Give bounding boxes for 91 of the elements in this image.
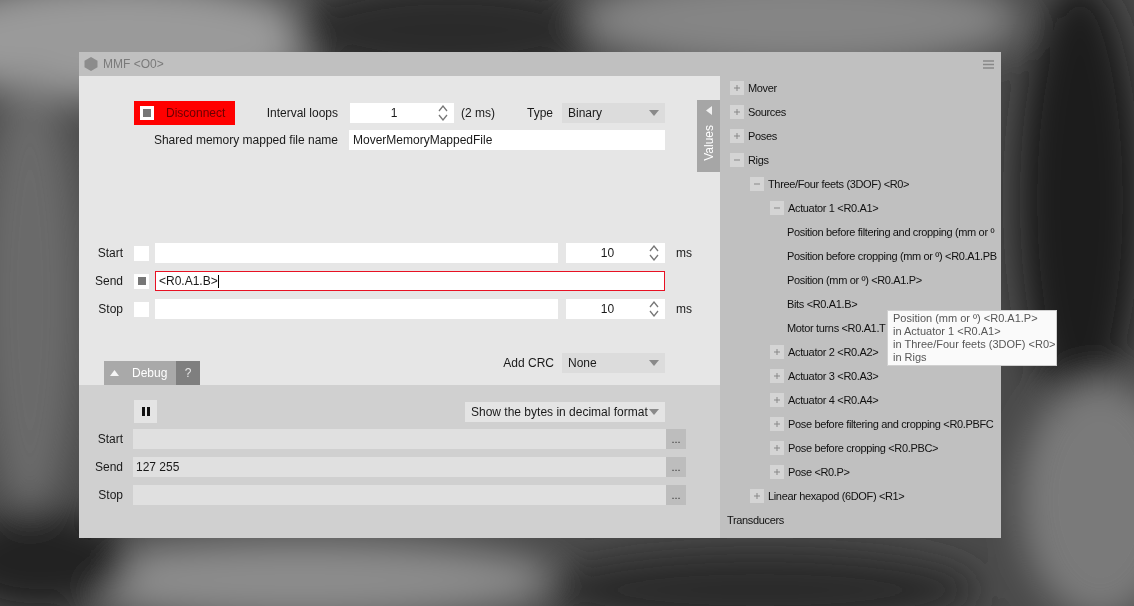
row-label: Send bbox=[93, 273, 123, 290]
plus-icon bbox=[773, 396, 781, 404]
browse-button[interactable]: ... bbox=[666, 485, 686, 505]
up-arrow-icon bbox=[110, 370, 119, 376]
unit-label: ms bbox=[676, 245, 692, 262]
bytes-field[interactable] bbox=[133, 429, 666, 449]
plus-icon bbox=[733, 108, 741, 116]
dropdown-arrow-icon bbox=[649, 408, 659, 415]
expand-toggle[interactable] bbox=[770, 345, 784, 359]
expand-toggle[interactable] bbox=[730, 81, 744, 95]
tree-item[interactable]: Linear hexapod (6DOF) <R1> bbox=[768, 487, 905, 505]
window-title: MMF <O0> bbox=[103, 56, 164, 73]
minus-icon bbox=[733, 156, 741, 164]
checkbox[interactable] bbox=[134, 245, 149, 261]
expand-toggle[interactable] bbox=[750, 489, 764, 503]
tree-item[interactable]: Transducers bbox=[727, 511, 784, 529]
tree-item[interactable]: Sources bbox=[748, 103, 786, 121]
tree-item[interactable]: Pose before filtering and cropping <R0.PBFC bbox=[788, 415, 994, 433]
row-label: Start bbox=[96, 431, 123, 448]
file-name-field[interactable]: MoverMemoryMappedFile bbox=[349, 130, 665, 150]
expand-toggle[interactable] bbox=[770, 465, 784, 479]
format-dropdown[interactable]: Show the bytes in decimal format bbox=[465, 401, 665, 422]
tree-item[interactable]: Position (mm or º) <R0.A1.P> bbox=[787, 271, 922, 289]
collapse-toggle[interactable] bbox=[750, 177, 764, 191]
plus-icon bbox=[733, 132, 741, 140]
tree-item[interactable]: Motor turns <R0.A1.T bbox=[787, 319, 886, 337]
spin-arrows-icon bbox=[649, 245, 659, 261]
menu-icon[interactable] bbox=[983, 59, 994, 69]
tree-item[interactable]: Actuator 4 <R0.A4> bbox=[788, 391, 879, 409]
dropdown-arrow-icon bbox=[649, 110, 659, 116]
interval-note: (2 ms) bbox=[461, 105, 496, 122]
expand-toggle[interactable] bbox=[770, 441, 784, 455]
number-field[interactable]: 10 bbox=[566, 243, 665, 263]
file-name-label: Shared memory mapped file name bbox=[152, 132, 338, 149]
row-label: Stop bbox=[97, 301, 123, 318]
type-dropdown[interactable]: Binary bbox=[562, 103, 665, 123]
dropdown-arrow-icon bbox=[649, 360, 659, 366]
browse-button[interactable]: ... bbox=[666, 457, 686, 477]
row-label: Start bbox=[96, 245, 123, 262]
tooltip: Position (mm or º) <R0.A1.P> in Actuator 1 <R0.A1> in Three/Four feets (3DOF) <R0> in Rigs bbox=[887, 310, 1057, 366]
number-field[interactable]: 10 bbox=[566, 299, 665, 319]
plus-icon bbox=[773, 372, 781, 380]
pause-button[interactable] bbox=[134, 400, 157, 423]
browse-button[interactable]: ... bbox=[666, 429, 686, 449]
expand-toggle[interactable] bbox=[770, 393, 784, 407]
app-logo-icon bbox=[83, 56, 99, 72]
checkbox[interactable] bbox=[134, 273, 149, 289]
crc-dropdown[interactable]: None bbox=[562, 353, 665, 373]
spin-arrows-icon bbox=[649, 301, 659, 317]
bytes-field[interactable] bbox=[133, 485, 666, 505]
expand-toggle[interactable] bbox=[770, 417, 784, 431]
row-label: Stop bbox=[97, 487, 123, 504]
type-label: Type bbox=[526, 105, 553, 122]
tree-item[interactable]: Rigs bbox=[748, 151, 769, 169]
text-field[interactable]: <R0.A1.B> bbox=[155, 271, 665, 291]
text-field[interactable] bbox=[155, 299, 558, 319]
tree-item[interactable]: Position before cropping (mm or º) <R0.A1.PB bbox=[787, 247, 997, 265]
plus-icon bbox=[733, 84, 741, 92]
plus-icon bbox=[773, 468, 781, 476]
checkbox[interactable] bbox=[134, 301, 149, 317]
left-arrow-icon bbox=[705, 106, 712, 115]
minus-icon bbox=[773, 204, 781, 212]
plus-icon bbox=[753, 492, 761, 500]
tree-item[interactable]: Pose before cropping <R0.PBC> bbox=[788, 439, 939, 457]
expand-toggle[interactable] bbox=[770, 369, 784, 383]
tree-item[interactable]: Actuator 2 <R0.A2> bbox=[788, 343, 879, 361]
minus-icon bbox=[753, 180, 761, 188]
plus-icon bbox=[773, 420, 781, 428]
plus-icon bbox=[773, 444, 781, 452]
text-field[interactable] bbox=[155, 243, 558, 263]
tree-item[interactable]: Actuator 3 <R0.A3> bbox=[788, 367, 879, 385]
plus-icon bbox=[773, 348, 781, 356]
tree-item[interactable]: Position before filtering and cropping (mm or º bbox=[787, 223, 995, 241]
expand-toggle[interactable] bbox=[730, 129, 744, 143]
collapse-toggle[interactable] bbox=[770, 201, 784, 215]
row-label: Send bbox=[93, 459, 123, 476]
spin-arrows-icon bbox=[438, 105, 448, 121]
bytes-field[interactable]: 127 255 bbox=[133, 457, 666, 477]
tree-item[interactable]: Bits <R0.A1.B> bbox=[787, 295, 858, 313]
pause-icon bbox=[141, 407, 150, 416]
crc-label: Add CRC bbox=[503, 355, 554, 372]
tree-item[interactable]: Actuator 1 <R0.A1> bbox=[788, 199, 879, 217]
tree-item[interactable]: Three/Four feets (3DOF) <R0> bbox=[768, 175, 910, 193]
interval-label: Interval loops bbox=[265, 105, 338, 122]
expand-toggle[interactable] bbox=[730, 105, 744, 119]
tree-item[interactable]: Pose <R0.P> bbox=[788, 463, 850, 481]
unit-label: ms bbox=[676, 301, 692, 318]
number-field[interactable]: 1 bbox=[350, 103, 454, 123]
tree-item[interactable]: Mover bbox=[748, 79, 777, 97]
tree-item[interactable]: Poses bbox=[748, 127, 777, 145]
collapse-toggle[interactable] bbox=[730, 153, 744, 167]
